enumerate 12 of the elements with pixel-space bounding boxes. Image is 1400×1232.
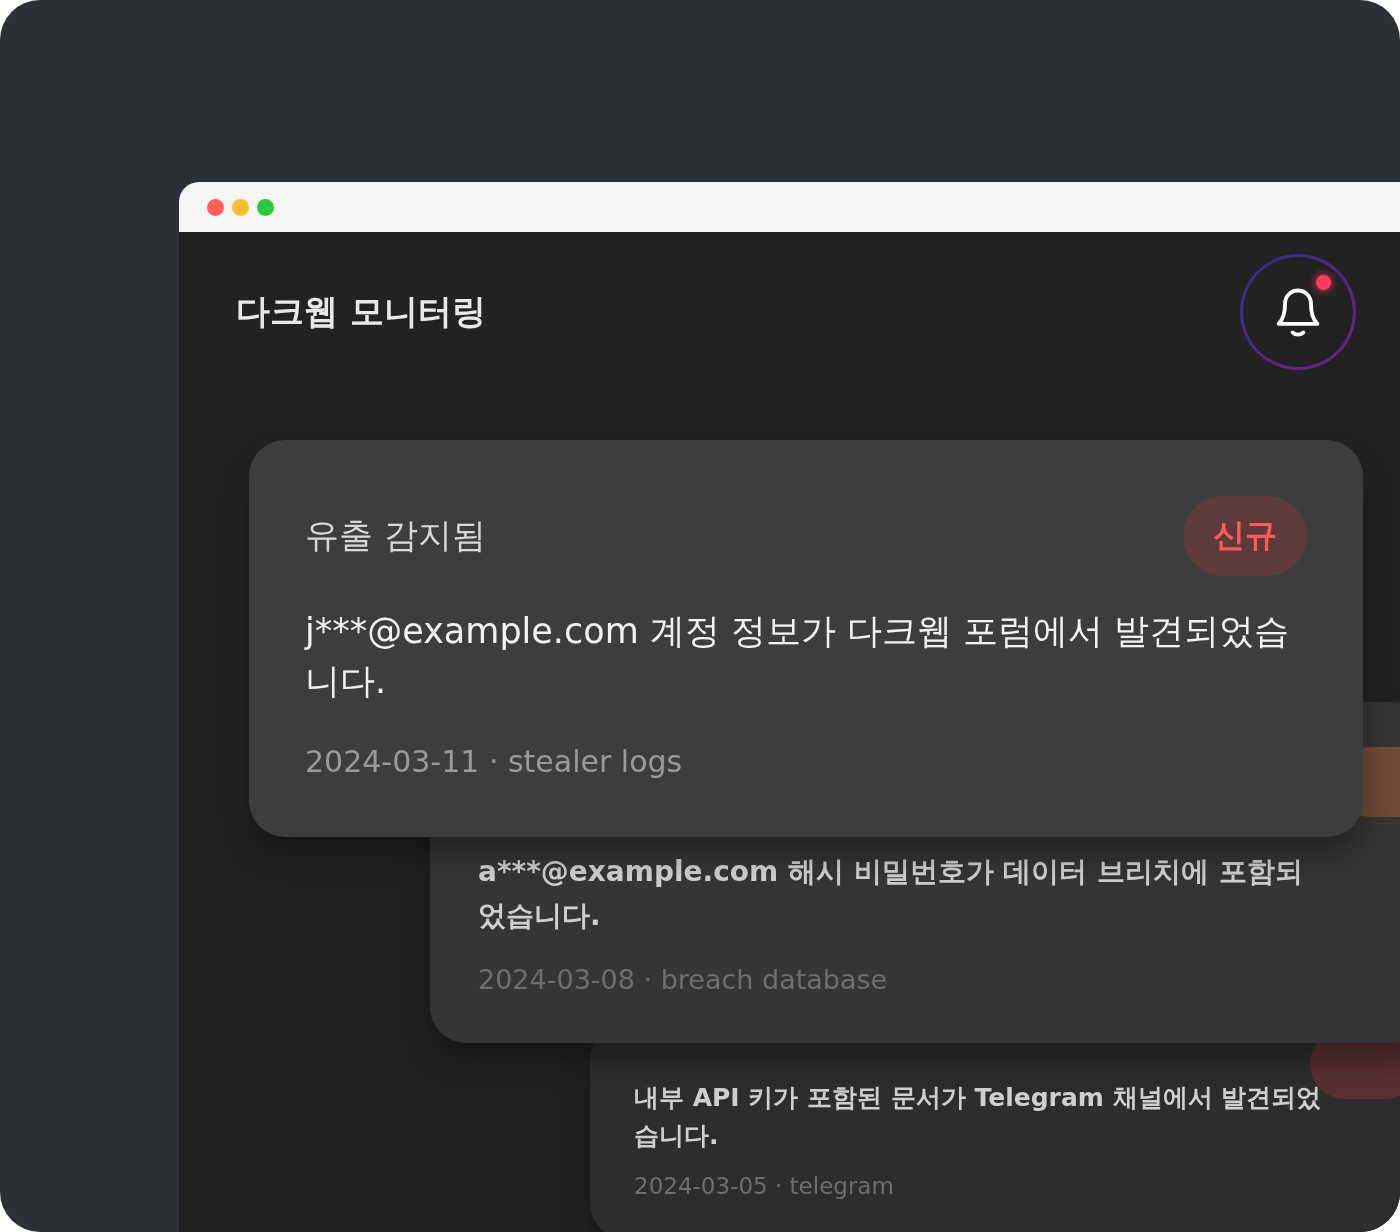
alert-message: a***@example.com 해시 비밀번호가 데이터 브리치에 포함되었습니다. [478, 854, 1304, 934]
page-title: 다크웹 모니터링 [236, 290, 486, 333]
alert-message: 내부 API 키가 포함된 문서가 Telegram 채널에서 발견되었습니다. [634, 1082, 1323, 1152]
window-close-button[interactable] [207, 198, 224, 216]
alert-meta: 2024-03-11 · stealer logs [305, 744, 684, 779]
alert-meta: 2024-03-05 · telegram [634, 1173, 895, 1199]
window-minimize-button[interactable] [232, 198, 249, 216]
alert-message: j***@example.com 계정 정보가 다크웹 포럼에서 발견되었습니다. [305, 610, 1291, 703]
status-badge: 신규 [1183, 496, 1307, 576]
alert-title: 유출 감지됨 [305, 514, 486, 557]
window-zoom-button[interactable] [257, 198, 274, 216]
alert-meta: 2024-03-08 · breach database [478, 964, 889, 995]
